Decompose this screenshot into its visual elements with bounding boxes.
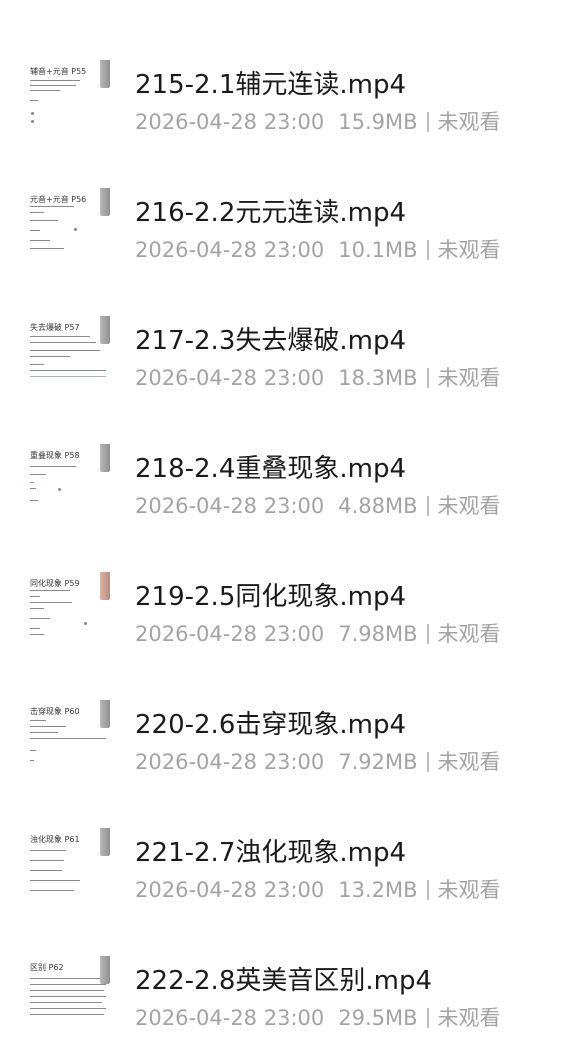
file-name[interactable]: 215-2.1辅元连读.mp4 [135,64,406,101]
file-list-item[interactable]: 同化现象 P59 219-2.5同化现象.mp4 2026-04-28 23:0… [0,526,565,654]
separator [426,624,429,644]
file-meta: 2026-04-28 23:00 7.98MB 未观看 [135,618,501,648]
watch-status: 未观看 [437,110,501,134]
separator [426,112,429,132]
file-date: 2026-04-28 23:00 [135,366,325,390]
thumbnail-heading: 区别 P62 [30,963,64,972]
video-thumbnail[interactable]: 击穿现象 P60 [28,700,112,764]
watch-status: 未观看 [437,366,501,390]
page-edge-graphic [100,700,110,728]
file-name[interactable]: 216-2.2元元连读.mp4 [135,192,406,229]
thumbnail-heading: 失去爆破 P57 [30,323,80,332]
file-list-item[interactable]: 浊化现象 P61 221-2.7浊化现象.mp4 2026-04-28 23:0… [0,782,565,910]
video-thumbnail[interactable]: 辅音+元音 P55 [28,60,112,124]
separator [426,496,429,516]
watch-status: 未观看 [437,1006,501,1030]
watch-status: 未观看 [437,878,501,902]
file-size: 15.9MB [338,110,418,134]
file-list-item[interactable]: 元音+元音 P56 216-2.2元元连读.mp4 2026-04-28 23:… [0,142,565,270]
file-meta: 2026-04-28 23:00 18.3MB 未观看 [135,362,501,392]
video-thumbnail[interactable]: 元音+元音 P56 [28,188,112,252]
separator [426,752,429,772]
file-size: 7.92MB [338,750,418,774]
file-date: 2026-04-28 23:00 [135,494,325,518]
separator [426,240,429,260]
file-meta: 2026-04-28 23:00 29.5MB 未观看 [135,1002,501,1032]
page-edge-graphic [100,316,110,344]
separator [426,1008,429,1028]
watch-status: 未观看 [437,750,501,774]
file-size: 29.5MB [338,1006,418,1030]
file-size: 7.98MB [338,622,418,646]
thumbnail-heading: 重叠现象 P58 [30,451,80,460]
file-meta: 2026-04-28 23:00 4.88MB 未观看 [135,490,501,520]
page-edge-graphic [100,444,110,472]
file-name[interactable]: 220-2.6击穿现象.mp4 [135,704,406,741]
file-meta: 2026-04-28 23:00 10.1MB 未观看 [135,234,501,264]
separator [426,368,429,388]
file-list-item[interactable]: 区别 P62 222-2.8英美音区别.mp4 2026-04-28 23:00… [0,910,565,1038]
file-date: 2026-04-28 23:00 [135,878,325,902]
file-meta: 2026-04-28 23:00 13.2MB 未观看 [135,874,501,904]
file-size: 13.2MB [338,878,418,902]
page-edge-graphic [100,828,110,856]
thumbnail-heading: 浊化现象 P61 [30,835,80,844]
file-name[interactable]: 221-2.7浊化现象.mp4 [135,832,406,869]
file-date: 2026-04-28 23:00 [135,110,325,134]
video-thumbnail[interactable]: 同化现象 P59 [28,572,112,636]
file-date: 2026-04-28 23:00 [135,238,325,262]
page-edge-graphic [100,956,110,984]
file-name[interactable]: 217-2.3失去爆破.mp4 [135,320,406,357]
video-thumbnail[interactable]: 失去爆破 P57 [28,316,112,380]
thumbnail-heading: 同化现象 P59 [30,579,80,588]
file-size: 10.1MB [338,238,418,262]
separator [426,880,429,900]
watch-status: 未观看 [437,494,501,518]
file-size: 18.3MB [338,366,418,390]
file-list-item[interactable]: 辅音+元音 P55 215-2.1辅元连读.mp4 2026-04-28 23:… [0,14,565,142]
file-size: 4.88MB [338,494,418,518]
file-list-item[interactable]: 击穿现象 P60 220-2.6击穿现象.mp4 2026-04-28 23:0… [0,654,565,782]
page-edge-graphic [100,572,110,600]
video-thumbnail[interactable]: 浊化现象 P61 [28,828,112,892]
page-edge-graphic [100,188,110,216]
file-list-item[interactable]: 失去爆破 P57 217-2.3失去爆破.mp4 2026-04-28 23:0… [0,270,565,398]
video-thumbnail[interactable]: 区别 P62 [28,956,112,1020]
thumbnail-heading: 击穿现象 P60 [30,707,80,716]
file-date: 2026-04-28 23:00 [135,750,325,774]
file-meta: 2026-04-28 23:00 15.9MB 未观看 [135,106,501,136]
watch-status: 未观看 [437,622,501,646]
file-date: 2026-04-28 23:00 [135,1006,325,1030]
video-thumbnail[interactable]: 重叠现象 P58 [28,444,112,508]
thumbnail-heading: 辅音+元音 P55 [30,67,87,76]
file-name[interactable]: 219-2.5同化现象.mp4 [135,576,406,613]
file-name[interactable]: 222-2.8英美音区别.mp4 [135,960,432,997]
file-meta: 2026-04-28 23:00 7.92MB 未观看 [135,746,501,776]
page-edge-graphic [100,60,110,88]
thumbnail-heading: 元音+元音 P56 [30,195,87,204]
watch-status: 未观看 [437,238,501,262]
file-date: 2026-04-28 23:00 [135,622,325,646]
file-list-item[interactable]: 重叠现象 P58 218-2.4重叠现象.mp4 2026-04-28 23:0… [0,398,565,526]
file-name[interactable]: 218-2.4重叠现象.mp4 [135,448,406,485]
